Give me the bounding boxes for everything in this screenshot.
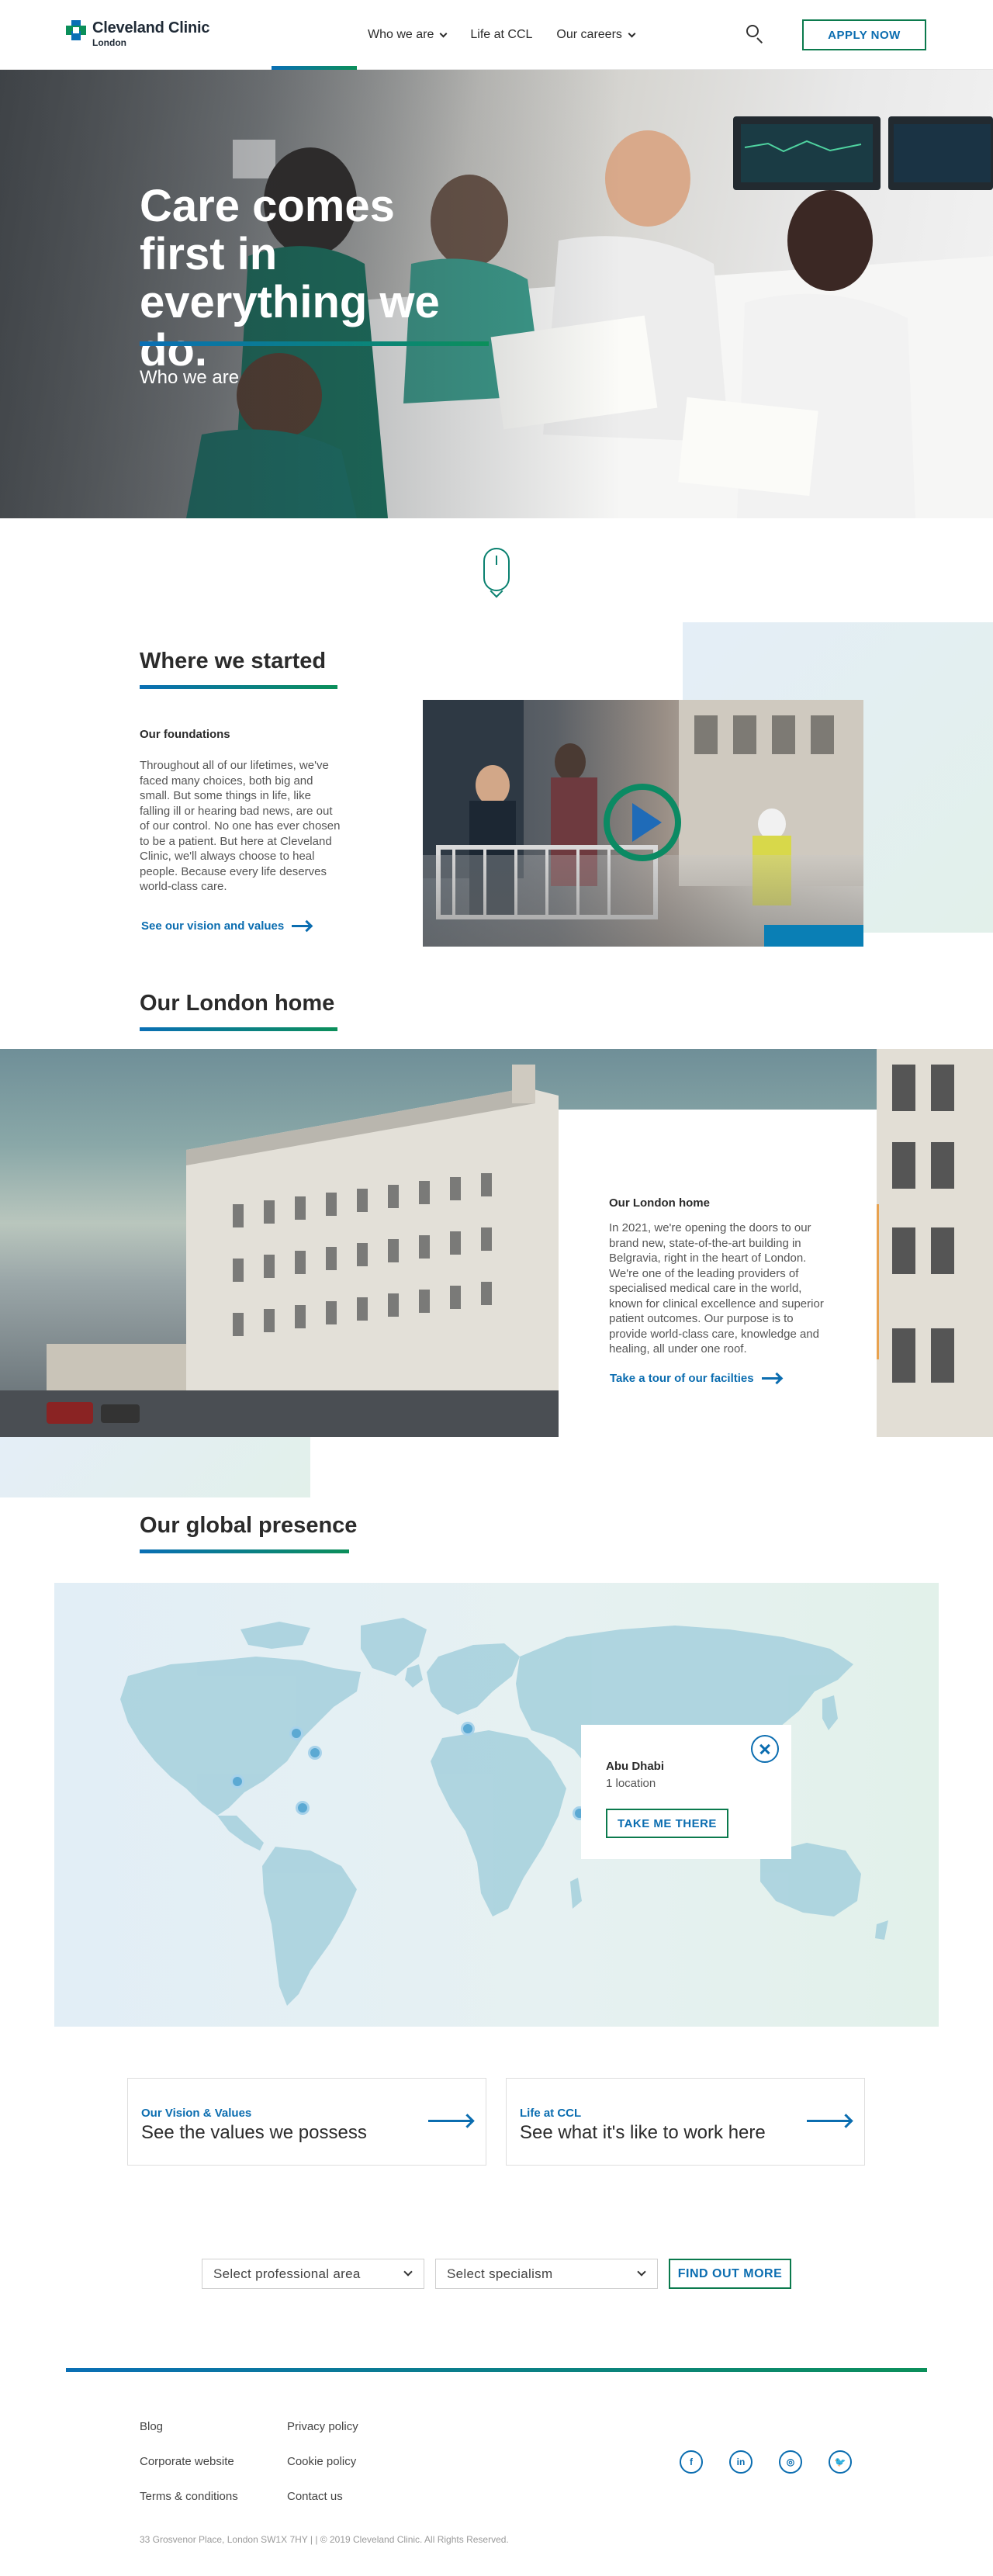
footer-link-cookie[interactable]: Cookie policy xyxy=(287,2455,356,2468)
foundations-heading: Our foundations xyxy=(140,728,230,741)
nav-label: Our careers xyxy=(556,28,622,41)
promo-label: Life at CCL xyxy=(520,2107,582,2120)
london-card-text: In 2021, we're opening the doors to our … xyxy=(609,1221,824,1356)
close-icon[interactable] xyxy=(751,1735,779,1763)
location-pin[interactable] xyxy=(289,1726,303,1740)
promo-label: Our Vision & Values xyxy=(141,2107,252,2120)
promo-title: See the values we possess xyxy=(141,2122,367,2143)
location-name: Abu Dhabi xyxy=(606,1760,664,1773)
location-pin[interactable] xyxy=(230,1774,244,1788)
find-out-more-button[interactable]: FIND OUT MORE xyxy=(669,2259,791,2289)
apply-now-button[interactable]: APPLY NOW xyxy=(802,19,926,50)
location-pin[interactable] xyxy=(461,1722,475,1736)
search-icon[interactable] xyxy=(746,24,767,46)
footer-link-corporate[interactable]: Corporate website xyxy=(140,2455,234,2468)
select-value: Select professional area xyxy=(213,2266,361,2281)
footer-link-blog[interactable]: Blog xyxy=(140,2420,163,2433)
nav-label: Who we are xyxy=(368,28,434,41)
chevron-down-icon xyxy=(439,29,448,37)
arrow-right-icon xyxy=(428,2120,472,2122)
section-title-where-we-started: Where we started xyxy=(140,649,327,673)
london-card-heading: Our London home xyxy=(609,1196,710,1210)
promo-card-life-at-ccl[interactable]: Life at CCL See what it's like to work h… xyxy=(506,2078,865,2166)
linkedin-icon[interactable]: in xyxy=(729,2450,753,2474)
section-title-bar xyxy=(140,685,337,689)
nav-who-we-are[interactable]: Who we are xyxy=(368,0,448,70)
hero-subtitle: Who we are xyxy=(140,367,240,388)
world-map-shapes xyxy=(120,1618,888,2006)
section-title-bar xyxy=(140,1027,337,1031)
facebook-icon[interactable]: f xyxy=(680,2450,703,2474)
nav-active-indicator xyxy=(272,66,357,70)
section-title-bar xyxy=(140,1549,349,1553)
nav-label: Life at CCL xyxy=(470,28,533,41)
play-icon[interactable] xyxy=(632,803,662,842)
link-label: Take a tour of our facilties xyxy=(610,1372,754,1385)
instagram-icon[interactable]: ◎ xyxy=(779,2450,802,2474)
nav-our-careers[interactable]: Our careers xyxy=(556,0,636,70)
twitter-icon[interactable]: 🐦 xyxy=(829,2450,852,2474)
arrow-right-icon xyxy=(761,1377,780,1380)
world-map[interactable] xyxy=(54,1583,939,2027)
video-thumbnail[interactable] xyxy=(423,700,863,947)
arrow-right-icon xyxy=(292,925,311,927)
hero-image: Care comes first in everything we do. Wh… xyxy=(0,70,993,518)
decorative-panel xyxy=(0,1437,310,1497)
link-label: See our vision and values xyxy=(141,919,285,933)
take-me-there-button[interactable]: TAKE ME THERE xyxy=(606,1809,728,1838)
site-header: Cleveland Clinic London Who we are Life … xyxy=(0,0,993,70)
select-value: Select specialism xyxy=(447,2266,553,2281)
hero-accent-bar xyxy=(140,341,489,346)
location-pin[interactable] xyxy=(308,1746,322,1760)
section-title-london-home: Our London home xyxy=(140,991,335,1016)
specialism-select[interactable]: Select specialism xyxy=(435,2259,658,2289)
footer-link-contact[interactable]: Contact us xyxy=(287,2490,343,2503)
location-pin[interactable] xyxy=(296,1801,310,1815)
location-count: 1 location xyxy=(606,1777,656,1790)
foundations-text: Throughout all of our lifetimes, we've f… xyxy=(140,759,341,893)
logo-cross-icon xyxy=(66,20,86,40)
promo-card-vision-values[interactable]: Our Vision & Values See the values we po… xyxy=(127,2078,486,2166)
arrow-right-icon xyxy=(807,2120,850,2122)
cleveland-clinic-logo[interactable]: Cleveland Clinic London xyxy=(66,20,209,47)
vision-values-link[interactable]: See our vision and values xyxy=(141,919,311,933)
footer-divider xyxy=(66,2368,927,2372)
facilities-tour-link[interactable]: Take a tour of our facilties xyxy=(610,1372,780,1385)
footer-link-privacy[interactable]: Privacy policy xyxy=(287,2420,358,2433)
chevron-down-icon xyxy=(403,2267,413,2277)
chevron-down-icon xyxy=(637,2267,646,2277)
section-title-global-presence: Our global presence xyxy=(140,1513,358,1538)
main-nav: Who we are Life at CCL Our careers xyxy=(368,0,659,70)
copyright-text: 33 Grosvenor Place, London SW1X 7HY | | … xyxy=(140,2534,509,2545)
nav-life-at-ccl[interactable]: Life at CCL xyxy=(470,0,532,70)
chevron-down-icon xyxy=(628,29,636,37)
footer-link-terms[interactable]: Terms & conditions xyxy=(140,2490,238,2503)
promo-title: See what it's like to work here xyxy=(520,2122,766,2143)
professional-area-select[interactable]: Select professional area xyxy=(202,2259,424,2289)
logo-sublabel: London xyxy=(92,37,126,48)
logo-name: Cleveland Clinic xyxy=(92,19,210,36)
